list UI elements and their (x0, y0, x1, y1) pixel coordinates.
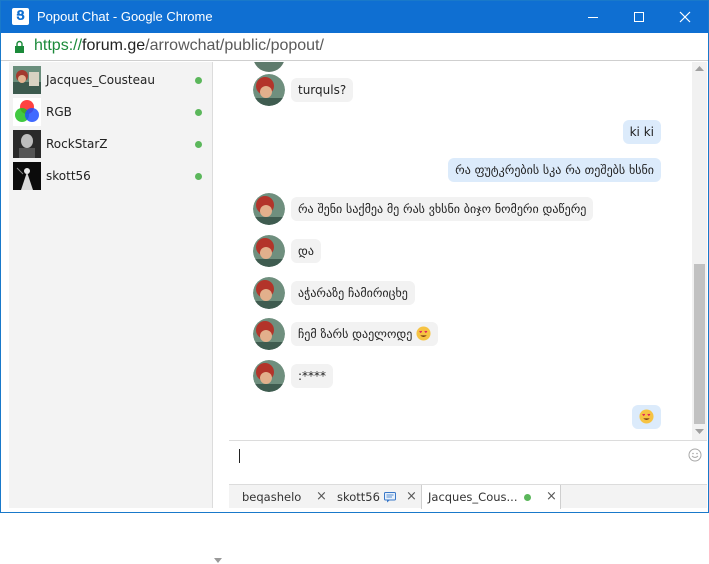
message-bubble: ki ki (622, 120, 661, 144)
avatar (13, 66, 41, 94)
scroll-down-arrow-icon[interactable] (695, 429, 704, 435)
url-host: forum.ge (82, 37, 146, 54)
online-status-dot (524, 494, 531, 501)
online-status-dot (195, 109, 202, 116)
url-text[interactable]: https://forum.ge/arrowchat/public/popout… (34, 37, 324, 55)
heart-eyes-emoji-icon (416, 326, 431, 341)
buddy-item[interactable]: skott56 (9, 160, 213, 192)
window-title: Popout Chat - Google Chrome (37, 9, 213, 24)
message-bubble: :**** (291, 364, 334, 388)
tab-label: skott56 (337, 490, 380, 504)
avatar (13, 98, 41, 126)
title-bar[interactable]: Ց Popout Chat - Google Chrome (1, 1, 708, 33)
minimize-button[interactable] (570, 1, 616, 33)
chat-messages: turquls? ki ki რა ფუტკრების სკა რა თეშებ… (229, 62, 707, 440)
online-status-dot (195, 141, 202, 148)
emoji-picker-icon[interactable] (688, 448, 702, 462)
new-message-icon (384, 492, 396, 503)
message-bubble: და (291, 239, 321, 263)
close-tab-icon[interactable]: × (406, 485, 417, 509)
online-status-dot (195, 173, 202, 180)
avatar (253, 277, 285, 309)
avatar (254, 62, 284, 72)
buddy-item[interactable]: Jacques_Cousteau (9, 64, 213, 96)
buddy-name: Jacques_Cousteau (46, 73, 155, 87)
chat-tab[interactable]: beqashelo × (229, 485, 329, 509)
url-path: /arrowchat/public/popout/ (145, 37, 324, 54)
close-tab-icon[interactable]: × (546, 485, 557, 509)
chrome-popout-window: Ց Popout Chat - Google Chrome https://fo… (0, 0, 709, 563)
message-input[interactable] (229, 440, 707, 484)
avatar (253, 235, 285, 267)
close-tab-icon[interactable]: × (316, 485, 327, 509)
avatar (13, 130, 41, 158)
chat-tab[interactable]: skott56 × (329, 485, 421, 509)
message-bubble: რა შენი საქმეა მე რას ვხსნი ბიჯო ნომერი … (291, 197, 594, 221)
maximize-button[interactable] (616, 1, 662, 33)
message-bubble: turquls? (291, 78, 354, 102)
buddy-list: Jacques_Cousteau RGB RockStarZ skott56 (9, 62, 222, 563)
online-status-dot (195, 77, 202, 84)
message-bubble: აჭარაზე ჩამირიცხე (291, 281, 415, 305)
scroll-up-arrow-icon[interactable] (695, 65, 704, 71)
close-window-button[interactable] (662, 1, 708, 33)
chat-tab-active[interactable]: Jacques_Cous... × (421, 485, 561, 509)
tab-label: beqashelo (242, 490, 302, 504)
lock-icon (15, 40, 24, 53)
close-icon (679, 11, 691, 23)
minimize-icon (588, 17, 598, 18)
address-bar[interactable]: https://forum.ge/arrowchat/public/popout… (1, 33, 708, 61)
buddy-item[interactable]: RGB (9, 96, 213, 128)
scrollbar-thumb[interactable] (694, 264, 705, 424)
buddy-name: skott56 (46, 169, 91, 183)
message-text: ჩემ ზარს დაელოდე (298, 327, 413, 341)
avatar (253, 318, 285, 350)
heart-eyes-emoji-icon (639, 409, 654, 424)
chat-scrollbar[interactable] (692, 62, 707, 440)
message-bubble: რა ფუტკრების სკა რა თეშებს ხსნი (448, 158, 661, 182)
maximize-icon (634, 12, 644, 22)
url-scheme: https:// (34, 37, 83, 54)
buddy-name: RockStarZ (46, 137, 108, 151)
avatar (253, 74, 285, 106)
message-bubble (632, 405, 661, 429)
avatar (253, 193, 285, 225)
app-icon: Ց (12, 8, 29, 25)
tab-label: Jacques_Cous... (428, 490, 518, 504)
chat-tabs: beqashelo × skott56 × Jacques_Cous... × (229, 484, 707, 509)
avatar (253, 360, 285, 392)
message-bubble: ჩემ ზარს დაელოდე (291, 322, 439, 346)
buddy-name: RGB (46, 105, 72, 119)
text-caret (239, 449, 240, 463)
buddy-item[interactable]: RockStarZ (9, 128, 213, 160)
scroll-down-arrow-icon[interactable] (214, 558, 222, 564)
avatar (13, 162, 41, 190)
